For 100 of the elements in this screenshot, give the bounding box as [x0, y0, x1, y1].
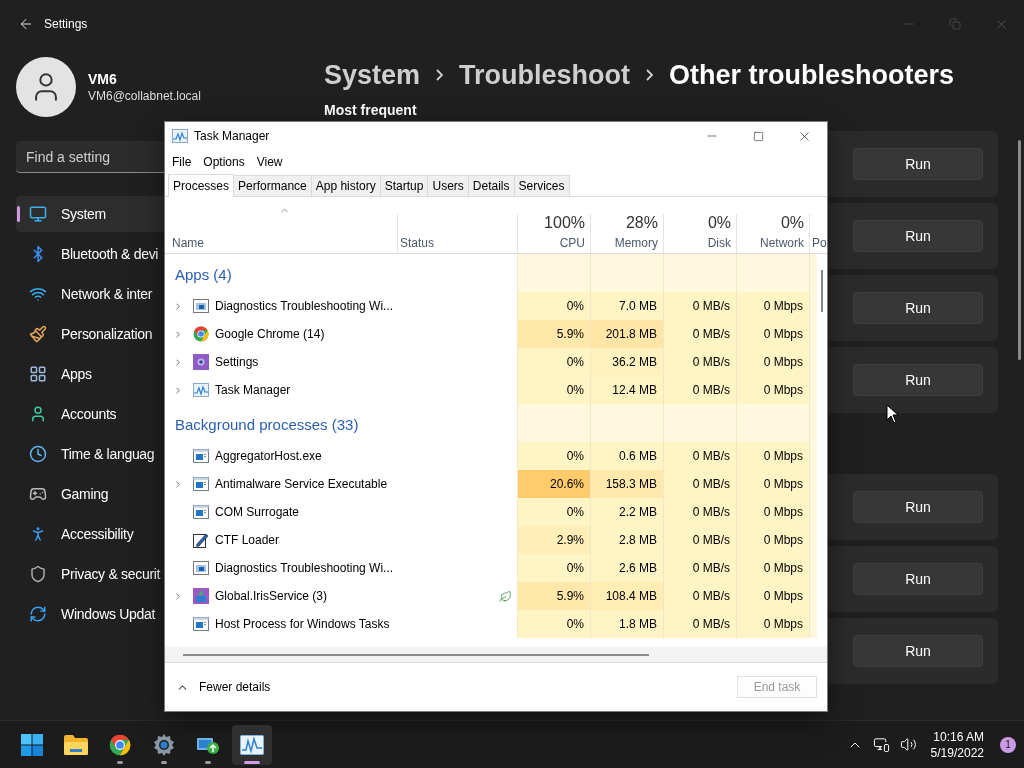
wifi-icon [29, 285, 47, 303]
breadcrumb-item[interactable]: Troubleshoot [459, 59, 631, 91]
volume-icon[interactable] [899, 736, 917, 753]
table-cell: 201.8 MB [590, 320, 663, 348]
table-cell: 0 Mbps [736, 582, 809, 610]
column-header[interactable]: Po [812, 236, 827, 250]
table-cell: 2.9% [517, 526, 590, 554]
table-cell: 0% [517, 610, 590, 638]
notification-badge[interactable]: 1 [1000, 736, 1016, 753]
nav-item[interactable]: Privacy & securit [16, 556, 164, 592]
table-cell: 0% [517, 498, 590, 526]
nav-item[interactable]: Apps [16, 356, 164, 392]
table-cell: 0% [517, 376, 590, 404]
taskbar-button[interactable] [232, 724, 272, 765]
chrome-icon [193, 326, 209, 342]
table-cell: 158.3 MB [590, 470, 663, 498]
table-cell: 2.8 MB [590, 526, 663, 554]
scrollbar-thumb[interactable] [821, 270, 823, 312]
table-cell: 0 Mbps [736, 320, 809, 348]
expand-chevron-icon[interactable] [173, 356, 183, 368]
column-header[interactable]: Status [400, 236, 435, 250]
program-icon [193, 505, 209, 519]
task-manager-icon [240, 734, 264, 755]
process-name-cell[interactable]: Settings [165, 348, 397, 376]
nav-item[interactable]: Network & inter [16, 276, 164, 312]
fewer-details-button[interactable]: Fewer details [176, 680, 271, 694]
table-cell: 0% [517, 554, 590, 582]
table-cell: 0 MB/s [663, 526, 736, 554]
nav-item[interactable]: Bluetooth & devi [16, 236, 164, 272]
tab[interactable]: Startup [379, 175, 429, 196]
network-icon[interactable] [872, 736, 890, 753]
apps-icon [29, 365, 47, 383]
nav-item[interactable]: System [16, 196, 164, 232]
nav-item[interactable]: Windows Updat [16, 596, 164, 632]
run-button[interactable]: Run [853, 364, 983, 396]
process-name-cell[interactable]: Global.IrisService (3) [165, 582, 397, 610]
expand-chevron-icon[interactable] [173, 590, 183, 602]
scrollbar-thumb[interactable] [1018, 140, 1021, 360]
table-cell: 5.9% [517, 582, 590, 610]
window-icon [193, 561, 209, 575]
process-name-cell[interactable]: Task Manager [165, 376, 397, 404]
nav-item[interactable]: Accessibility [16, 516, 164, 552]
tab[interactable]: Services [513, 175, 570, 196]
search-field[interactable]: Find a setting [16, 141, 164, 173]
nav-item[interactable]: Gaming [16, 476, 164, 512]
table-cell: 0 MB/s [663, 376, 736, 404]
process-name-cell[interactable]: Google Chrome (14) [165, 320, 397, 348]
process-name-cell[interactable]: Diagnostics Troubleshooting Wi... [165, 292, 397, 320]
process-name-cell[interactable]: AggregatorHost.exe [165, 442, 397, 470]
breadcrumb-item: Other troubleshooters [669, 59, 955, 91]
run-button[interactable]: Run [853, 220, 983, 252]
nav-item[interactable]: Personalization [16, 316, 164, 352]
tab[interactable]: Performance [233, 175, 312, 196]
nav-item[interactable]: Accounts [16, 396, 164, 432]
process-name-cell[interactable]: COM Surrogate [165, 498, 397, 526]
table-cell: 36.2 MB [590, 348, 663, 376]
column-header[interactable]: Disk [707, 236, 731, 250]
run-button[interactable]: Run [853, 148, 983, 180]
table-cell: 0 MB/s [663, 348, 736, 376]
column-header[interactable]: Memory [614, 236, 658, 250]
column-header[interactable]: CPU [559, 236, 585, 250]
scrollbar-thumb[interactable] [183, 653, 649, 656]
table-cell: 2.6 MB [590, 554, 663, 582]
process-name-cell[interactable]: Host Process for Windows Tasks [165, 610, 397, 638]
expand-chevron-icon[interactable] [173, 384, 183, 396]
run-button[interactable]: Run [853, 563, 983, 595]
expand-chevron-icon[interactable] [173, 478, 183, 490]
window-title: Task Manager [194, 129, 270, 143]
person-icon [29, 405, 47, 423]
usage-percent: 28% [625, 214, 658, 232]
task-manager-icon [193, 383, 209, 397]
tab[interactable]: Processes [168, 174, 235, 197]
table-cell: 7.0 MB [590, 292, 663, 320]
maximize-icon [752, 130, 764, 142]
run-button[interactable]: Run [853, 491, 983, 523]
column-header[interactable]: Network [760, 236, 804, 250]
tab[interactable]: Users [427, 175, 469, 196]
tab[interactable]: Details [467, 175, 515, 196]
menu-item[interactable]: View [250, 155, 289, 169]
expand-chevron-icon[interactable] [173, 328, 183, 340]
table-cell: 0 MB/s [663, 442, 736, 470]
tab[interactable]: App history [310, 175, 381, 196]
menu-item[interactable]: File [166, 155, 198, 169]
menu-item[interactable]: Options [197, 155, 251, 169]
process-name-cell[interactable]: Diagnostics Troubleshooting Wi... [165, 554, 397, 582]
process-name-cell[interactable]: CTF Loader [165, 526, 397, 554]
column-header[interactable]: Name [172, 236, 397, 250]
clock-date: 5/19/2022 [930, 745, 984, 760]
expand-chevron-icon[interactable] [173, 300, 183, 312]
run-button[interactable]: Run [853, 292, 983, 324]
brush-icon [29, 325, 47, 343]
clock-time: 10:16 AM [933, 729, 984, 744]
run-button[interactable]: Run [853, 635, 983, 667]
breadcrumb-item[interactable]: System [324, 59, 421, 91]
chevron-icon [646, 69, 654, 81]
nav-item[interactable]: Time & languag [16, 436, 164, 472]
window-icon [193, 299, 209, 313]
table-cell: 0% [517, 442, 590, 470]
section-heading: Most frequent [324, 102, 418, 120]
process-name-cell[interactable]: Antimalware Service Executable [165, 470, 397, 498]
